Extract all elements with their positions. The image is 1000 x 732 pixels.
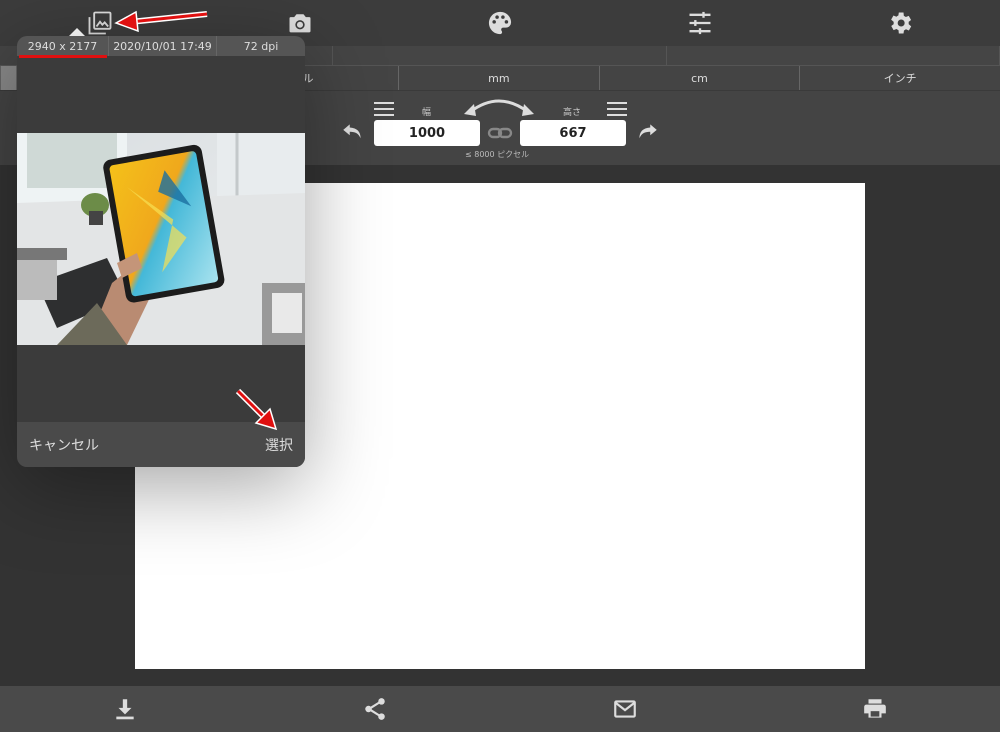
share-button[interactable] [250,686,500,732]
redo-icon[interactable] [634,119,660,145]
image-dpi: 72 dpi [243,39,279,53]
cancel-button[interactable]: キャンセル [29,435,99,455]
camera-icon [289,14,311,33]
bottom-toolbar [0,686,1000,732]
width-field[interactable]: 1000 [374,120,480,146]
photo-illustration [17,133,305,345]
sliders-icon [689,11,711,35]
swap-arrow-icon[interactable] [462,94,536,116]
unit-mm-label: mm [488,71,510,85]
unit-inch[interactable]: インチ [799,66,1000,90]
image-dimensions: 2940 x 2177 [17,36,109,56]
share-icon [365,698,385,720]
height-menu-icon[interactable] [607,102,627,116]
dimensions-highlight-underline [19,55,107,58]
undo-icon[interactable] [340,119,366,145]
print-icon [864,699,886,718]
image-datetime: 2020/10/01 17:49 [109,36,217,56]
unit-cm[interactable]: cm [598,66,800,90]
unit-cm-label: cm [691,71,708,85]
unit-inch-label: インチ [883,72,917,85]
gallery-icon [88,11,112,35]
height-field[interactable]: 667 [520,120,626,146]
select-button[interactable]: 選択 [265,435,293,455]
height-label: 高さ [563,108,582,118]
gear-icon [891,12,912,34]
unit-pixel-selected-edge[interactable] [0,66,16,90]
adjust-button[interactable] [600,0,800,46]
link-icon[interactable] [487,124,513,142]
annotation-arrow-select-icon [235,388,278,431]
image-info-bar: 2940 x 2177 2020/10/01 17:49 72 dpi [17,36,305,56]
mail-button[interactable] [500,686,750,732]
print-button[interactable] [750,686,1000,732]
unit-mm[interactable]: mm [398,66,599,90]
pixel-limit-note: ≤ 8000 ピクセル [465,150,530,159]
settings-button[interactable] [800,0,1000,46]
download-icon [116,699,134,720]
save-button[interactable] [0,686,250,732]
mail-icon [614,700,636,718]
annotation-arrow-top-icon [114,10,208,33]
width-menu-icon[interactable] [374,102,394,116]
palette-icon [488,11,512,35]
palette-button[interactable] [400,0,600,46]
width-label: 幅 [422,108,432,118]
preview-photo [17,133,305,345]
app-root: セル mm cm インチ 幅 1000 ≤ 8000 ピクセル 高さ 667 [0,0,1000,732]
